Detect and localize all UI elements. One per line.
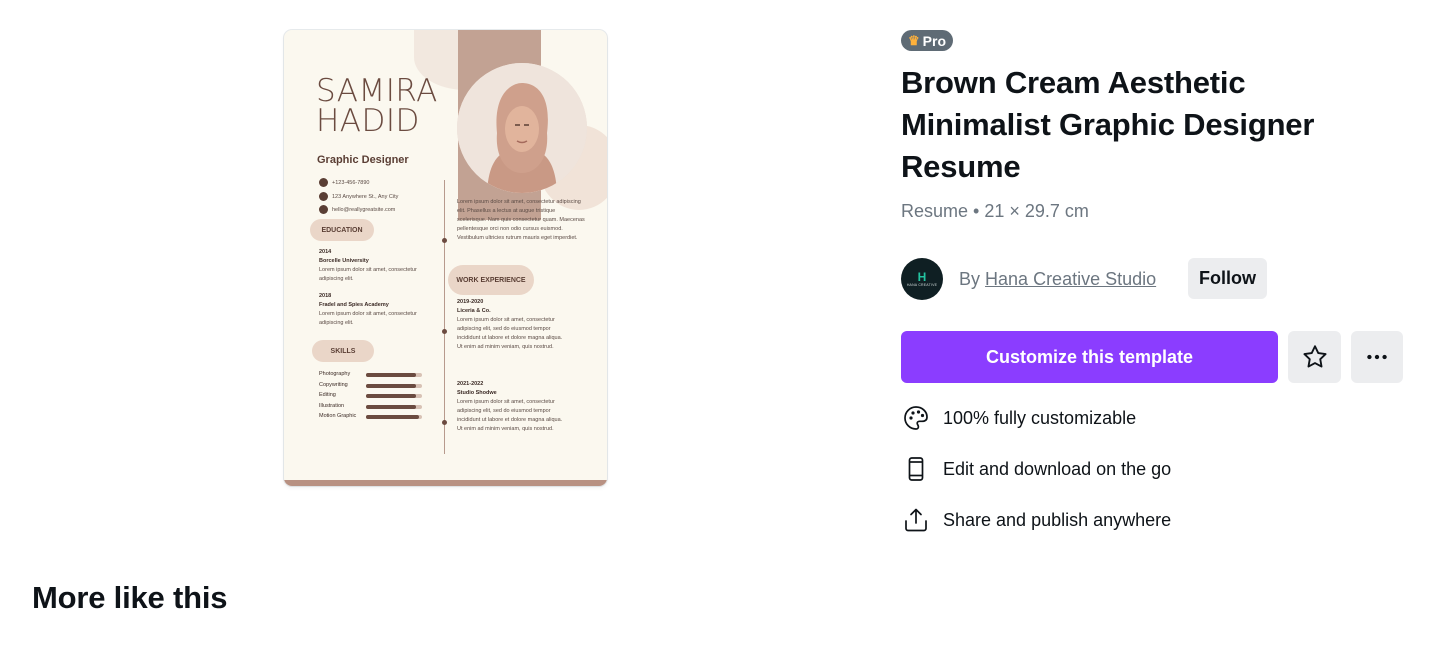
timeline-line (444, 180, 445, 454)
resume-role: Graphic Designer (317, 154, 409, 166)
skill-row: Editing (319, 392, 429, 400)
feature-label: Edit and download on the go (943, 458, 1172, 479)
skill-bar-fill (366, 404, 417, 409)
profile-photo (457, 63, 587, 193)
education-heading: EDUCATION (310, 219, 374, 241)
contact-phone: +123-456-7890 (319, 178, 369, 187)
creator-row: H HANA CREATIVE By Hana Creative Studio (901, 258, 1156, 300)
skill-label: Motion Graphic (319, 413, 357, 420)
palette-icon (904, 406, 928, 430)
feature-share: Share and publish anywhere (901, 505, 1171, 535)
timeline-dot (442, 238, 447, 243)
mobile-phone-icon (908, 457, 924, 481)
timeline-dot (442, 420, 447, 425)
creator-link[interactable]: Hana Creative Studio (985, 269, 1156, 289)
template-title: Brown Cream Aesthetic Minimalist Graphic… (901, 65, 1315, 184)
creator-byline: By Hana Creative Studio (959, 269, 1156, 290)
crown-icon: ♛ (908, 33, 920, 48)
skill-bar (366, 373, 422, 377)
resume-name: SAMIRA HADID (316, 73, 438, 139)
education-entry: 2014 Borcelle University Lorem ipsum dolor… (319, 249, 417, 282)
skill-row: Photography (319, 371, 429, 379)
skill-label: Copywriting (319, 381, 348, 388)
more-options-button[interactable] (1351, 331, 1403, 383)
phone-icon (319, 178, 328, 187)
customize-template-button[interactable]: Customize this template (901, 331, 1278, 383)
feature-label: 100% fully customizable (943, 407, 1137, 428)
creator-avatar[interactable]: H HANA CREATIVE (901, 258, 943, 300)
skills-heading: SKILLS (312, 340, 374, 362)
skill-bar (366, 383, 422, 388)
skill-bar (366, 394, 422, 399)
feature-label: Share and publish anywhere (943, 509, 1172, 530)
contact-address: 123 Anywhere St., Any City (319, 192, 398, 201)
feature-mobile: Edit and download on the go (901, 454, 1171, 484)
skill-bar-fill (366, 383, 417, 388)
section-heading-more-like-this: More like this (32, 580, 228, 615)
avatar-logo-text: HANA CREATIVE (906, 283, 938, 287)
work-entry: 2019-2020 Liceria & Co. Lorem ipsum dolor … (457, 299, 563, 350)
work-heading: WORK EXPERIENCE (448, 265, 534, 295)
avatar-logo-letter: H (917, 270, 927, 284)
skill-bar-fill (366, 373, 417, 377)
favorite-button[interactable] (1288, 331, 1341, 383)
skill-row: Motion Graphic (319, 413, 429, 421)
template-preview[interactable]: SAMIRA HADID Graphic Designer +123-456-7… (284, 30, 607, 486)
follow-button[interactable]: Follow (1188, 258, 1267, 299)
skill-bar-fill (366, 415, 420, 420)
skill-bar (366, 415, 422, 420)
feature-customizable: 100% fully customizable (901, 403, 1136, 433)
by-prefix: By (959, 268, 981, 289)
skill-bar (366, 404, 422, 409)
pro-badge: ♛ Pro (901, 30, 953, 51)
education-entry: 2018 Fradel and Spies Academy Lorem ipsum … (319, 293, 417, 326)
skill-label: Editing (319, 392, 336, 399)
skill-row: Copywriting (319, 382, 429, 390)
contact-email: hello@reallygreatsite.com (319, 205, 395, 214)
more-horizontal-icon (1367, 354, 1387, 360)
skill-label: Illustration (319, 402, 345, 409)
home-icon (319, 192, 328, 201)
share-upload-icon (905, 508, 927, 532)
decor-band (284, 480, 607, 486)
skill-label: Photography (319, 371, 351, 377)
work-entry: 2021-2022 Studio Shodwe Lorem ipsum dolor … (457, 381, 563, 432)
mail-icon (319, 205, 328, 214)
skill-row: Illustration (319, 403, 429, 411)
template-meta: Resume • 21 × 29.7 cm (901, 201, 1089, 221)
skill-bar-fill (366, 394, 417, 399)
star-icon (1302, 345, 1327, 368)
about-text: Lorem ipsum dolor sit amet, consectetur … (457, 199, 585, 241)
pro-badge-label: Pro (922, 32, 946, 49)
timeline-dot (442, 329, 447, 334)
